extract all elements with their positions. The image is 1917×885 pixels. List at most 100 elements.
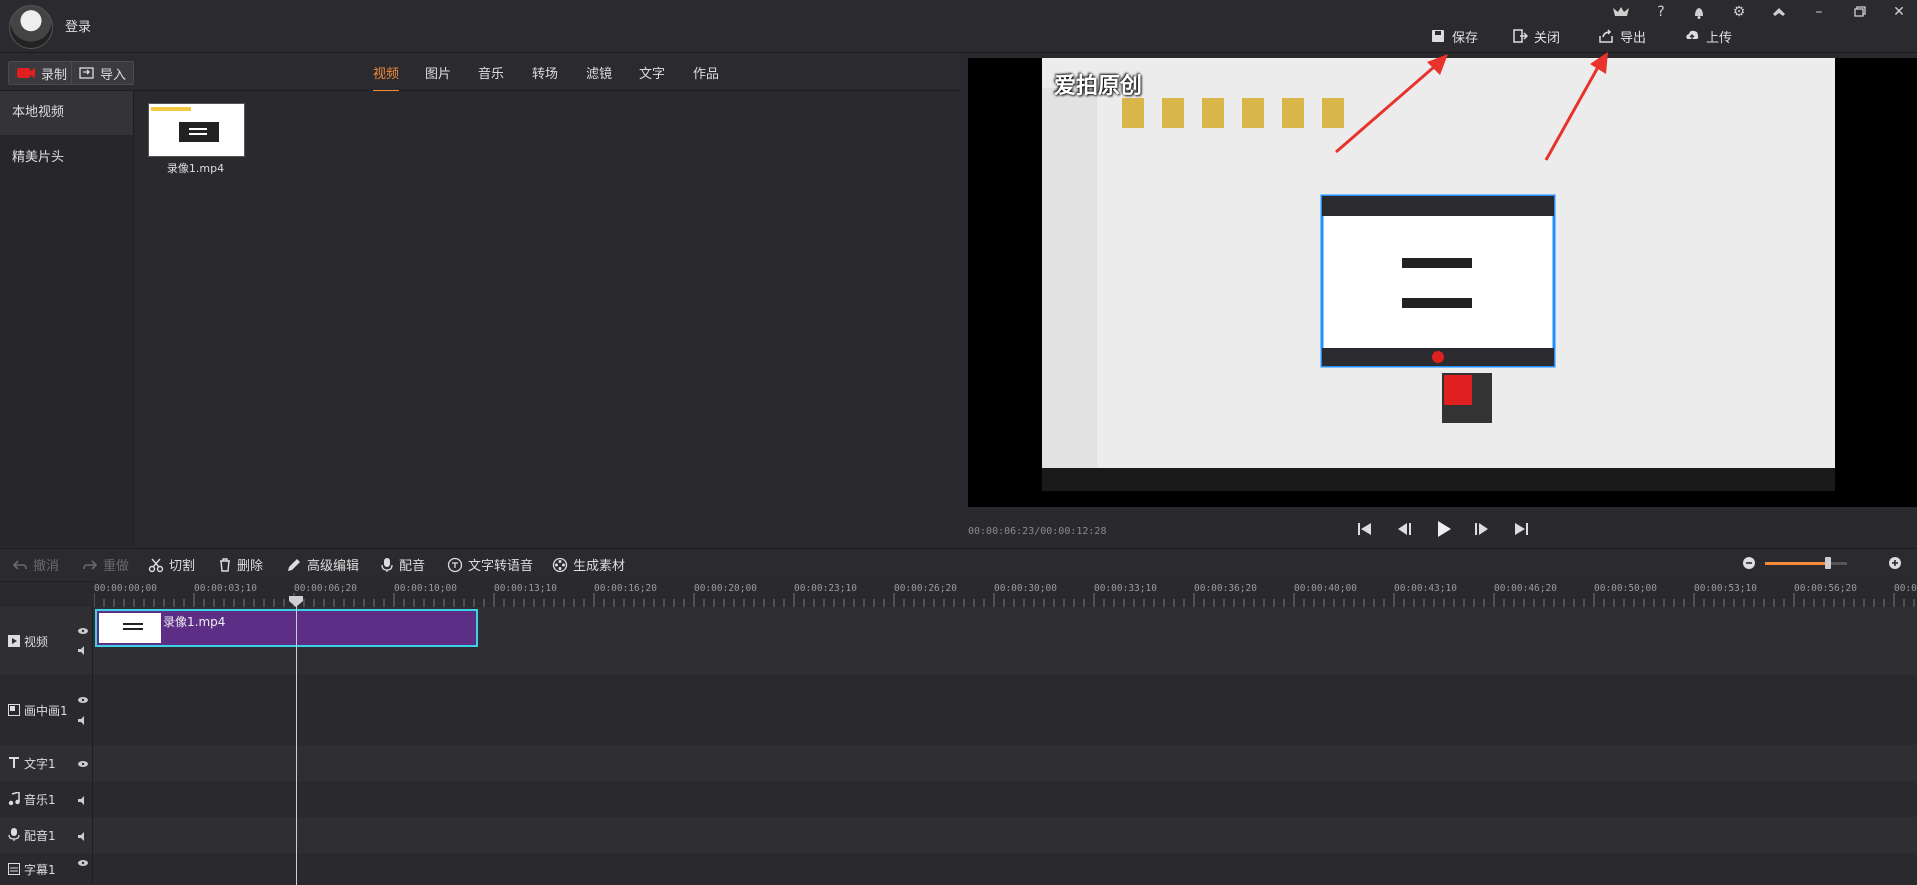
advanced-edit-button[interactable]: 高级编辑 xyxy=(286,555,359,574)
category-local-video[interactable]: 本地视频 xyxy=(0,91,133,135)
dubbing-button[interactable]: 配音 xyxy=(380,555,425,574)
play-box-icon xyxy=(8,635,20,647)
play-button[interactable] xyxy=(1430,518,1456,540)
film-reel-icon xyxy=(552,557,568,572)
delete-button[interactable]: 删除 xyxy=(218,555,263,574)
timeline-ruler[interactable]: 00:00:00;00 00:00:03;10 00:00:06;20 00:00:1… xyxy=(94,581,1917,608)
track-label: 配音1 xyxy=(24,828,56,843)
zoom-in-button[interactable] xyxy=(1887,555,1903,571)
track-label: 画中画1 xyxy=(24,703,68,718)
speaker-icon[interactable] xyxy=(78,716,88,725)
subtitle-icon xyxy=(8,863,20,875)
settings-icon[interactable]: ⚙ xyxy=(1725,2,1753,22)
eye-icon[interactable] xyxy=(78,859,88,867)
delete-label: 删除 xyxy=(237,559,264,574)
ruler-tick-label: 00:00:33;10 xyxy=(1094,583,1157,594)
eye-icon[interactable] xyxy=(78,760,88,768)
cut-label: 切割 xyxy=(169,559,196,574)
record-camera-icon xyxy=(17,68,35,78)
generate-material-button[interactable]: 生成素材 xyxy=(552,555,625,574)
ruler-tick-label: 00:00:23;10 xyxy=(794,583,857,594)
category-intros[interactable]: 精美片头 xyxy=(0,136,133,180)
eye-icon[interactable] xyxy=(78,627,88,635)
close-project-button[interactable]: 关闭 xyxy=(1512,25,1560,47)
tab-filters[interactable]: 滤镜 xyxy=(586,63,612,90)
eye-icon[interactable] xyxy=(78,696,88,704)
login-link[interactable]: 登录 xyxy=(65,16,91,35)
speaker-icon[interactable] xyxy=(78,832,88,841)
undo-button[interactable]: 撤消 xyxy=(12,555,59,574)
app-logo[interactable] xyxy=(9,5,53,49)
restore-icon[interactable] xyxy=(1845,2,1873,22)
ruler-tick-label: 00:00:56;20 xyxy=(1794,583,1857,594)
import-button[interactable]: 导入 xyxy=(71,61,135,85)
step-forward-button[interactable] xyxy=(1469,518,1495,540)
tab-images[interactable]: 图片 xyxy=(425,63,451,90)
ruler-tick-label: 00:00:40;00 xyxy=(1294,583,1357,594)
track-label: 音乐1 xyxy=(24,792,56,807)
watermark: 爱拍原创 xyxy=(1054,74,1143,99)
video-clip[interactable]: 录像1.mp4 xyxy=(95,609,478,647)
microphone-icon xyxy=(381,557,393,572)
skip-to-start-button[interactable] xyxy=(1352,518,1378,540)
upload-button[interactable]: 上传 xyxy=(1684,25,1732,47)
timeline-tracks: 视频 画中画1 文字1 音乐1 配音1 字幕1 xyxy=(0,607,1917,885)
ruler-tick-label: 00:00:03;10 xyxy=(194,583,257,594)
track-header: 画中画1 xyxy=(0,675,93,745)
skip-to-end-button[interactable] xyxy=(1508,518,1534,540)
track-label: 字幕1 xyxy=(24,862,56,877)
tab-text[interactable]: 文字 xyxy=(639,63,665,90)
redo-label: 重做 xyxy=(103,559,130,574)
record-label: 录制 xyxy=(41,67,68,83)
vip-crown-icon[interactable] xyxy=(1607,2,1635,22)
import-icon xyxy=(79,67,94,79)
save-icon xyxy=(1432,30,1444,42)
zoom-slider-handle[interactable] xyxy=(1825,557,1831,569)
redo-button[interactable]: 重做 xyxy=(82,555,129,574)
cut-button[interactable]: 切割 xyxy=(148,555,195,574)
ruler-tick-label: 00:00:50;00 xyxy=(1594,583,1657,594)
save-label: 保存 xyxy=(1452,30,1479,46)
ruler-tick-label: 00:00:26;20 xyxy=(894,583,957,594)
skin-icon[interactable] xyxy=(1765,2,1793,22)
notify-icon[interactable] xyxy=(1685,2,1713,22)
tab-transitions[interactable]: 转场 xyxy=(532,63,558,90)
record-button[interactable]: 录制 xyxy=(8,61,76,85)
close-project-label: 关闭 xyxy=(1534,30,1561,46)
close-icon[interactable]: ✕ xyxy=(1885,2,1913,22)
export-button[interactable]: 导出 xyxy=(1598,25,1646,47)
track-music[interactable]: 音乐1 xyxy=(0,781,1917,817)
video-thumbnail[interactable] xyxy=(148,103,245,157)
ruler-tick-label: 00:00:46;20 xyxy=(1494,583,1557,594)
advanced-edit-label: 高级编辑 xyxy=(307,559,360,574)
timecode: 00:00:06:23/00:00:12:28 xyxy=(968,526,1107,537)
undo-label: 撤消 xyxy=(33,559,60,574)
tab-works[interactable]: 作品 xyxy=(693,63,719,90)
tab-video[interactable]: 视频 xyxy=(373,63,400,92)
speaker-icon[interactable] xyxy=(78,796,88,805)
export-label: 导出 xyxy=(1620,30,1647,46)
track-text[interactable]: 文字1 xyxy=(0,745,1917,781)
tab-music[interactable]: 音乐 xyxy=(478,63,504,90)
ruler-tick-label: 00:00:16;20 xyxy=(594,583,657,594)
close-doc-icon xyxy=(1513,29,1528,43)
ruler-tick-label: 00:00:36;20 xyxy=(1194,583,1257,594)
save-button[interactable]: 保存 xyxy=(1430,25,1478,47)
tts-icon xyxy=(447,557,463,572)
playhead-handle[interactable] xyxy=(289,596,304,608)
minimize-icon[interactable]: – xyxy=(1805,2,1833,22)
help-icon[interactable]: ? xyxy=(1647,2,1675,22)
microphone-icon xyxy=(8,828,20,841)
track-pip[interactable]: 画中画1 xyxy=(0,675,1917,745)
step-back-button[interactable] xyxy=(1391,518,1417,540)
text-to-speech-button[interactable]: 文字转语音 xyxy=(447,555,533,574)
export-icon xyxy=(1599,29,1613,43)
track-dubbing[interactable]: 配音1 xyxy=(0,817,1917,853)
music-note-icon xyxy=(8,792,20,806)
playhead[interactable] xyxy=(289,596,303,885)
track-subtitle[interactable]: 字幕1 xyxy=(0,853,1917,885)
speaker-icon[interactable] xyxy=(78,646,88,655)
ruler-tick-label: 00:00:00;00 xyxy=(94,583,157,594)
zoom-out-button[interactable] xyxy=(1741,555,1757,571)
generate-material-label: 生成素材 xyxy=(573,559,626,574)
